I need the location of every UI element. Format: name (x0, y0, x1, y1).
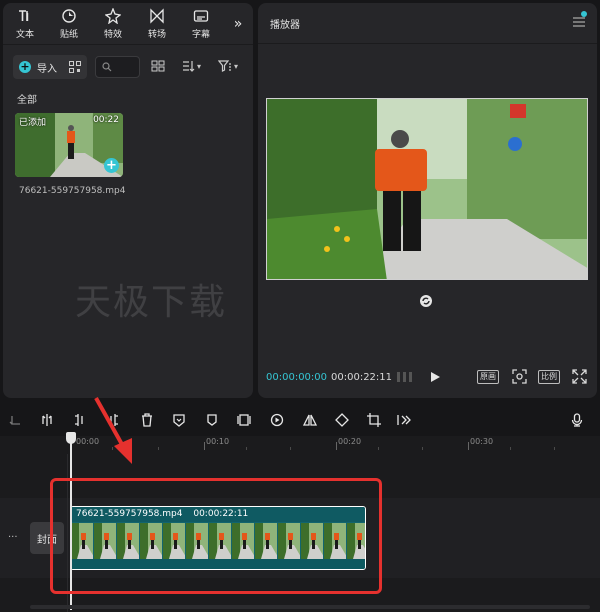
waveform-icon[interactable] (396, 370, 414, 384)
tab-sticker-label: 贴纸 (59, 30, 78, 40)
group-label: 全部 (17, 95, 37, 106)
aspect-ratio-button[interactable]: 比例 (538, 370, 560, 384)
menu-icon[interactable] (573, 17, 585, 27)
clip-frame (255, 523, 278, 559)
clip-filmstrip (71, 523, 365, 559)
timeline[interactable]: 00:00 00:10 00:20 00:30 ··· 封面 76621-559… (0, 436, 600, 612)
tab-text-label: 文本 (15, 30, 34, 40)
more-tabs-icon[interactable]: » (223, 3, 253, 45)
crop-icon[interactable] (367, 412, 381, 427)
clip-frame (209, 523, 232, 559)
fullscreen-icon[interactable] (572, 369, 587, 384)
added-badge: 已添加 (19, 118, 47, 128)
sort-icon[interactable]: ▾ (181, 59, 201, 73)
text-icon: I (17, 8, 33, 24)
total-timecode: 00:00:22:11 (331, 372, 393, 383)
import-label: 导入 (37, 63, 57, 75)
playhead[interactable] (70, 432, 72, 610)
playhead-handle[interactable] (66, 432, 76, 444)
search-icon (102, 62, 112, 72)
tab-sticker[interactable]: 贴纸 (47, 3, 91, 45)
current-timecode: 00:00:00:00 (266, 372, 328, 383)
clip-frame (301, 523, 324, 559)
search-input[interactable] (95, 56, 140, 78)
clip-frame (324, 523, 347, 559)
cover-button[interactable]: 封面 (30, 522, 64, 554)
clip-frame (163, 523, 186, 559)
tab-effects[interactable]: 特效 (91, 3, 135, 45)
effects-icon (105, 8, 121, 24)
original-quality-button[interactable]: 原画 (477, 370, 499, 384)
marker-icon[interactable] (205, 412, 219, 426)
tab-effects-label: 特效 (103, 30, 122, 40)
clip-duration: 00:00:22:11 (193, 509, 249, 519)
split-icon[interactable] (40, 412, 54, 426)
ruler-label: 00:30 (470, 437, 494, 446)
tab-text[interactable]: I 文本 (3, 3, 47, 45)
video-frame-image (267, 99, 587, 279)
reverse-play-icon[interactable] (270, 412, 284, 427)
tab-subtitle[interactable]: 字幕 (179, 3, 223, 45)
category-tabs: I 文本 贴纸 特效 转场 字幕 » (3, 3, 253, 45)
rotate-icon[interactable] (419, 294, 433, 308)
trim-left-icon[interactable] (73, 412, 87, 426)
chevron-down-icon: ▾ (197, 61, 202, 71)
ruler-label: 00:10 (206, 437, 230, 446)
freeze-frame-icon[interactable] (172, 412, 186, 427)
video-clip[interactable]: 76621-559757958.mp4 00:00:22:11 (70, 506, 366, 570)
svg-text:I: I (26, 11, 29, 24)
player-title: 播放器 (270, 20, 300, 31)
divider (258, 43, 597, 44)
media-filename: 76621-559757958.mp4 (19, 186, 126, 196)
ruler-label: 00:20 (338, 437, 362, 446)
clip-frame (71, 523, 94, 559)
microphone-icon[interactable] (570, 412, 584, 427)
filter-icon[interactable]: ▾ (218, 59, 238, 73)
media-panel: I 文本 贴纸 特效 转场 字幕 » + 导入 ▾ ▾ 全部 已添加 00:22… (3, 3, 253, 398)
delete-icon[interactable] (140, 412, 154, 427)
sticker-icon (61, 8, 77, 24)
clip-frame (278, 523, 301, 559)
tab-subtitle-label: 字幕 (191, 30, 210, 40)
clip-filename: 76621-559757958.mp4 (76, 509, 183, 519)
rotate-clip-icon[interactable] (335, 412, 349, 427)
subtitle-icon (193, 8, 209, 24)
clip-frame (232, 523, 255, 559)
add-to-timeline-icon[interactable]: + (104, 158, 119, 173)
qr-code-icon[interactable] (69, 61, 81, 73)
time-ruler[interactable]: 00:00 00:10 00:20 00:30 (0, 436, 600, 454)
transition-icon (149, 8, 165, 24)
flip-icon[interactable] (302, 412, 318, 426)
tab-transition-label: 转场 (147, 30, 166, 40)
undo-icon[interactable] (8, 412, 22, 426)
more-tools-icon[interactable] (397, 412, 411, 426)
clip-frame (347, 523, 365, 559)
mirror-frame-icon[interactable] (237, 412, 251, 426)
play-icon[interactable] (429, 371, 441, 383)
video-preview[interactable] (266, 98, 588, 280)
import-button[interactable]: + 导入 (13, 55, 87, 79)
grid-view-icon[interactable] (151, 59, 165, 73)
track-options-icon[interactable]: ··· (8, 532, 18, 543)
clip-audio-strip (71, 559, 365, 569)
timeline-toolbar (0, 402, 600, 436)
watermark: 天极下载 (75, 282, 228, 323)
clip-frame (117, 523, 140, 559)
fullscreen-focus-icon[interactable] (512, 369, 527, 384)
chevron-down-icon: ▾ (234, 61, 239, 71)
tab-transition[interactable]: 转场 (135, 3, 179, 45)
horizontal-scrollbar[interactable] (30, 605, 590, 609)
clip-frame (94, 523, 117, 559)
clip-frame (186, 523, 209, 559)
clip-header: 76621-559757958.mp4 00:00:22:11 (71, 507, 365, 522)
clip-frame (140, 523, 163, 559)
player-panel: 播放器 00:00:00:00 00:00:22:11 原画 比例 (258, 3, 597, 398)
trim-right-icon[interactable] (106, 412, 120, 426)
plus-icon: + (19, 60, 31, 73)
ruler-label: 00:00 (76, 437, 100, 446)
thumbnail-duration: 00:22 (93, 115, 119, 125)
media-thumbnail[interactable]: 已添加 00:22 + (15, 113, 123, 177)
